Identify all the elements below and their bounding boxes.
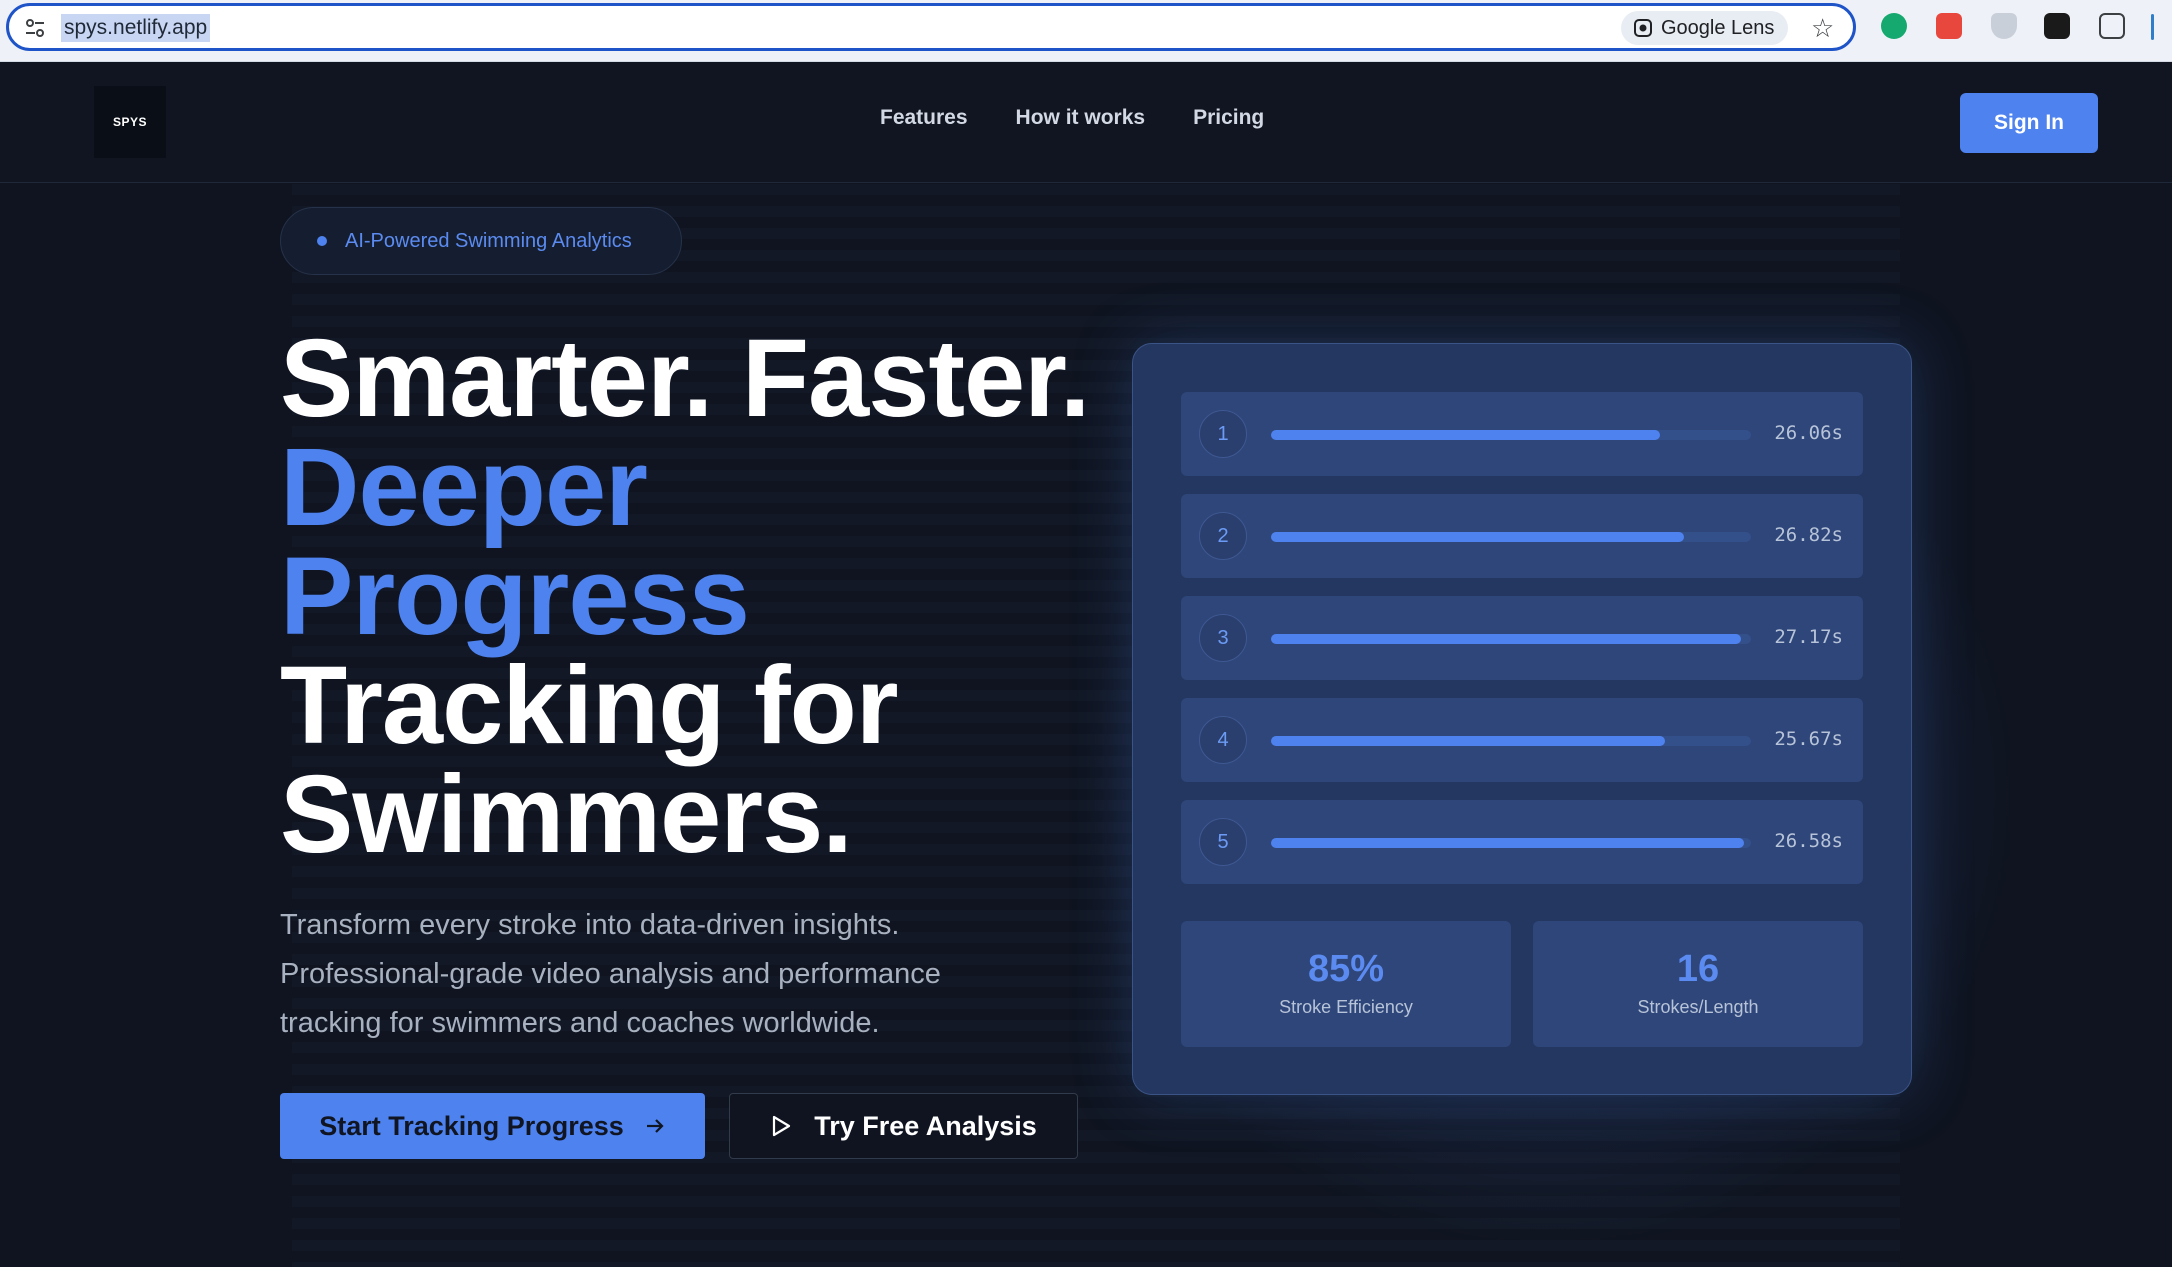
lens-icon <box>1634 19 1652 37</box>
red-extension-icon[interactable] <box>1936 13 1962 39</box>
lap-time: 26.06s <box>1774 422 1843 444</box>
lap-progress-fill <box>1271 838 1744 848</box>
lap-progress-track <box>1271 532 1751 542</box>
stat-label: Strokes/Length <box>1637 997 1759 1017</box>
arrow-right-icon <box>646 1119 664 1133</box>
lap-row: 4 25.67s <box>1181 698 1863 782</box>
headline-line-3: Progress <box>280 535 750 658</box>
feature-badge: AI-Powered Swimming Analytics <box>280 207 682 275</box>
google-lens-button[interactable]: Google Lens <box>1621 11 1789 45</box>
stat-label: Stroke Efficiency <box>1279 997 1413 1017</box>
lap-progress-track <box>1271 736 1751 746</box>
logo-text: SPYS <box>112 115 147 129</box>
nav-link-how-it-works[interactable]: How it works <box>1016 106 1146 130</box>
lap-row: 5 26.58s <box>1181 800 1863 884</box>
badge-dot <box>317 236 327 246</box>
headline-line-2: Deeper <box>280 426 648 549</box>
lap-number: 5 <box>1199 818 1247 866</box>
shield-extension-icon[interactable] <box>1991 13 2017 39</box>
hero-subtext: Transform every stroke into data-driven … <box>280 909 941 1039</box>
lap-number: 3 <box>1199 614 1247 662</box>
google-lens-label: Google Lens <box>1661 16 1775 39</box>
sign-in-button[interactable]: Sign In <box>1960 93 2098 153</box>
lap-progress-track <box>1271 634 1751 644</box>
lap-time: 26.58s <box>1774 830 1843 852</box>
nav-link-features[interactable]: Features <box>880 106 968 130</box>
lap-progress-fill <box>1271 634 1742 644</box>
lap-progress-track <box>1271 838 1751 848</box>
analytics-card: 1 26.06s 2 26.82s 3 27.17s 4 25.67s 5 26… <box>1132 343 1912 1095</box>
stat-stroke-efficiency: 85% Stroke Efficiency <box>1181 921 1511 1047</box>
lap-time: 27.17s <box>1774 626 1843 648</box>
bookmark-star-icon[interactable]: ☆ <box>1811 14 1834 42</box>
address-bar[interactable]: spys.netlify.app Google Lens ☆ <box>6 3 1856 51</box>
lap-row: 2 26.82s <box>1181 494 1863 578</box>
stat-strokes-per-length: 16 Strokes/Length <box>1533 921 1863 1047</box>
stat-value: 16 <box>1676 948 1720 990</box>
glasses-extension-icon[interactable] <box>2044 13 2070 39</box>
badge-label: AI-Powered Swimming Analytics <box>345 229 632 252</box>
stat-value: 85% <box>1307 948 1385 990</box>
spys-logo[interactable]: SPYS <box>94 86 166 158</box>
lap-time: 25.67s <box>1774 728 1843 750</box>
lap-progress-fill <box>1271 736 1665 746</box>
lap-progress-fill <box>1271 532 1684 542</box>
hero-headline: Smarter. Faster. Deeper Progress Trackin… <box>280 317 1090 876</box>
lap-progress-fill <box>1271 430 1660 440</box>
headline-line-4: Tracking for <box>280 644 899 767</box>
try-free-analysis-label: Try Free Analysis <box>814 1110 1037 1141</box>
headline-line-5: Swimmers. <box>280 753 853 876</box>
start-tracking-button[interactable]: Start Tracking Progress <box>280 1093 705 1159</box>
extensions-puzzle-icon[interactable] <box>2099 13 2125 39</box>
nav-link-pricing[interactable]: Pricing <box>1193 106 1264 130</box>
lap-progress-track <box>1271 430 1751 440</box>
lap-number: 1 <box>1199 410 1247 458</box>
start-tracking-label: Start Tracking Progress <box>319 1110 624 1141</box>
lap-number: 4 <box>1199 716 1247 764</box>
hero-section: AI-Powered Swimming Analytics Smarter. F… <box>0 184 2172 1267</box>
nav-links: Features How it works Pricing <box>880 106 1264 130</box>
url-text[interactable]: spys.netlify.app <box>61 14 211 42</box>
lap-row: 3 27.17s <box>1181 596 1863 680</box>
grammarly-extension-icon[interactable] <box>1881 13 1907 39</box>
lap-row: 1 26.06s <box>1181 392 1863 476</box>
toolbar-divider <box>2151 14 2154 40</box>
site-info-icon[interactable] <box>23 16 47 40</box>
play-icon <box>773 1115 791 1137</box>
lap-time: 26.82s <box>1774 524 1843 546</box>
browser-toolbar: spys.netlify.app Google Lens ☆ <box>0 0 2172 62</box>
site-navbar: SPYS Features How it works Pricing Sign … <box>0 62 2172 183</box>
try-free-analysis-button[interactable]: Try Free Analysis <box>729 1093 1078 1159</box>
headline-line-1: Smarter. Faster. <box>280 317 1090 440</box>
lap-number: 2 <box>1199 512 1247 560</box>
